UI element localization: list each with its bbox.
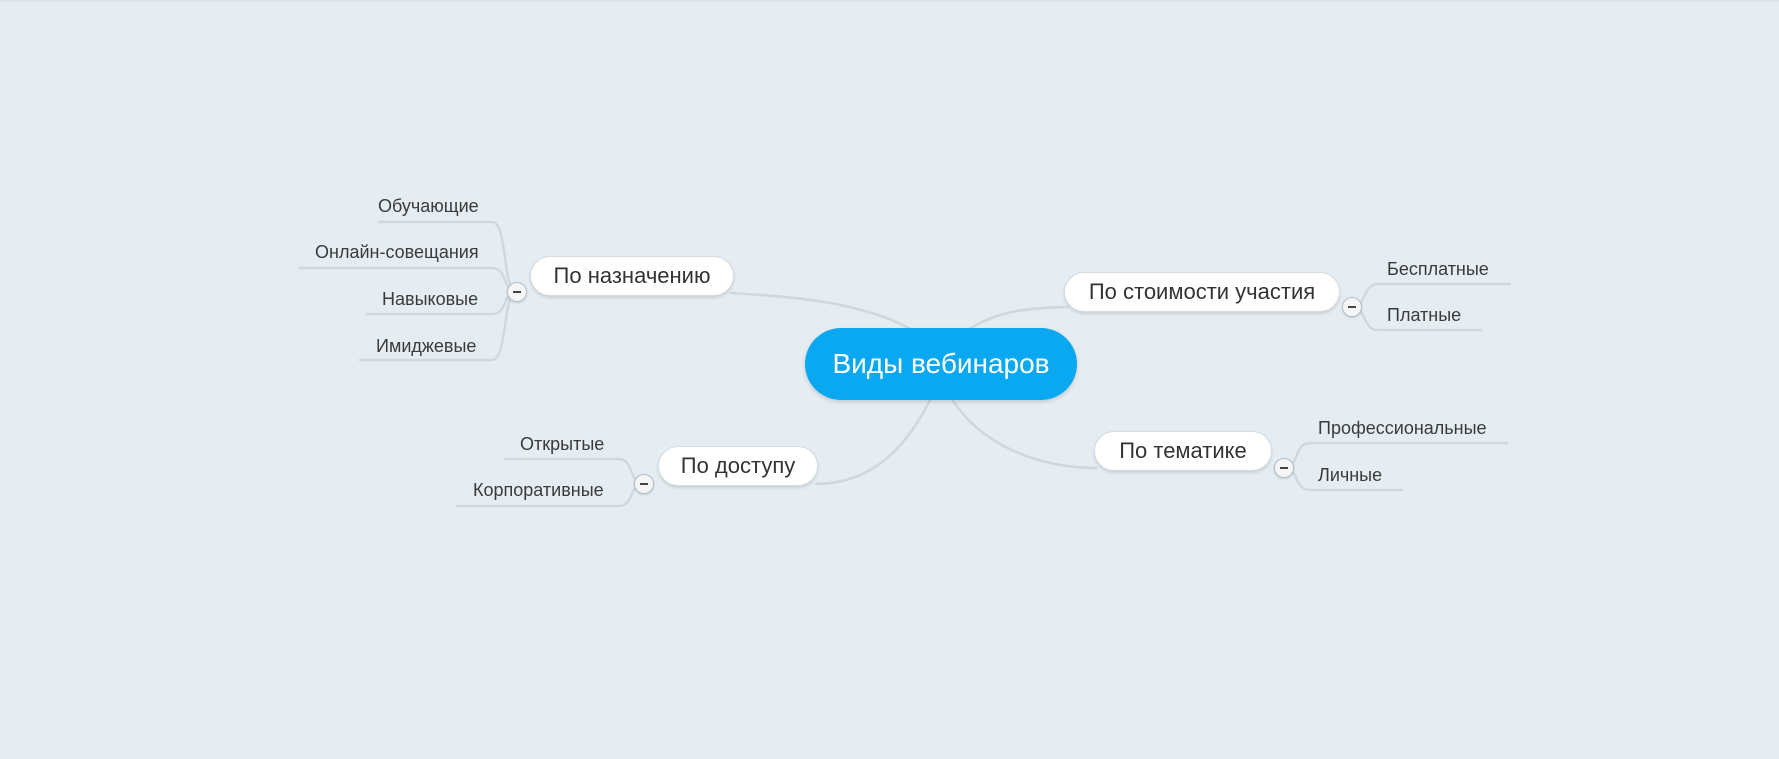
leaf-purpose-training[interactable]: Обучающие — [378, 196, 479, 216]
minus-icon — [1280, 467, 1288, 469]
connector-root-topic — [948, 395, 1098, 470]
leaf-topic-professional[interactable]: Профессиональные — [1318, 418, 1487, 438]
leaf-purpose-meetings[interactable]: Онлайн-совещания — [315, 242, 479, 262]
leaf-purpose-skills[interactable]: Навыковые — [382, 289, 478, 309]
branch-purpose[interactable]: По назначению — [530, 256, 734, 296]
branch-access[interactable]: По доступу — [658, 446, 818, 486]
branch-topic[interactable]: По тематике — [1094, 431, 1272, 471]
minus-icon — [513, 291, 521, 293]
collapse-purpose-toggle[interactable] — [507, 282, 527, 302]
leaf-cost-free[interactable]: Бесплатные — [1387, 259, 1489, 279]
leaf-topic-personal[interactable]: Личные — [1318, 465, 1382, 485]
collapse-access-toggle[interactable] — [634, 474, 654, 494]
leaf-access-corporate[interactable]: Корпоративные — [473, 480, 604, 500]
connector-root-access — [814, 395, 934, 486]
minus-icon — [640, 483, 648, 485]
collapse-topic-toggle[interactable] — [1274, 458, 1294, 478]
connector-root-cost — [967, 305, 1069, 332]
leaf-purpose-image[interactable]: Имиджевые — [376, 336, 476, 356]
leaf-cost-paid[interactable]: Платные — [1387, 305, 1461, 325]
leaf-access-open[interactable]: Открытые — [520, 434, 604, 454]
connector-root-purpose — [729, 291, 913, 332]
connector-cost-1 — [1351, 282, 1511, 309]
collapse-cost-toggle[interactable] — [1342, 297, 1362, 317]
root-topic[interactable]: Виды вебинаров — [805, 328, 1077, 400]
minus-icon — [1348, 306, 1356, 308]
branch-cost[interactable]: По стоимости участия — [1064, 272, 1340, 312]
